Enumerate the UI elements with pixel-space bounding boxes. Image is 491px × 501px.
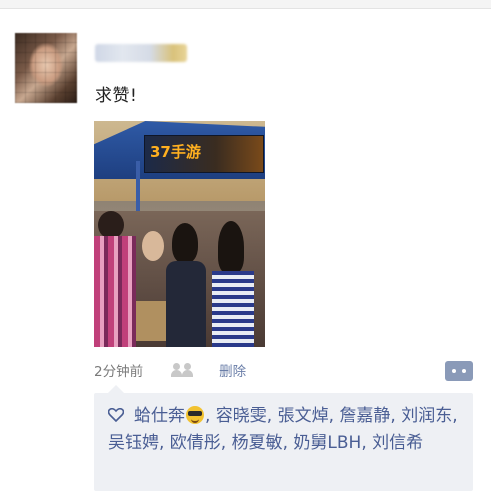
post-text: 求赞! bbox=[95, 86, 138, 106]
post-meta: 2分钟前 删除 bbox=[94, 360, 246, 380]
comment-more-icon bbox=[452, 369, 456, 373]
likes-list: 蛤仕奔, 容晓雯, 張文焯, 詹嘉静, 刘润东, 吴钰娉, 欧倩彤, 杨夏敏, … bbox=[108, 403, 464, 457]
photo-person bbox=[166, 261, 206, 347]
liker-name[interactable]: 蛤仕奔 bbox=[134, 406, 185, 426]
photo-person bbox=[218, 221, 244, 273]
delete-button[interactable]: 删除 bbox=[219, 360, 246, 380]
photo-person bbox=[172, 223, 198, 263]
photo-person bbox=[94, 236, 136, 347]
author-avatar[interactable] bbox=[15, 33, 77, 103]
likes-box: 蛤仕奔, 容晓雯, 張文焯, 詹嘉静, 刘润东, 吴钰娉, 欧倩彤, 杨夏敏, … bbox=[94, 385, 473, 491]
photo-banner-text: 37手游 bbox=[150, 143, 201, 161]
author-name[interactable] bbox=[95, 44, 187, 62]
heart-icon bbox=[108, 408, 124, 422]
post-time: 2分钟前 bbox=[94, 364, 144, 380]
sunglasses-emoji-icon bbox=[186, 406, 204, 424]
photo-table bbox=[130, 301, 170, 341]
group-visibility-icon[interactable] bbox=[171, 363, 194, 377]
post-photo[interactable]: 37手游 bbox=[94, 121, 265, 347]
comment-more-icon bbox=[462, 369, 466, 373]
photo-person bbox=[212, 271, 254, 347]
photo-person bbox=[142, 231, 164, 261]
moments-post-card: 求赞! 37手游 2分钟前 删除 蛤仕奔 , 容晓雯, 張文焯, 詹嘉静, 刘润… bbox=[0, 8, 491, 501]
photo-person bbox=[98, 211, 124, 239]
comment-more-button[interactable] bbox=[445, 361, 473, 381]
